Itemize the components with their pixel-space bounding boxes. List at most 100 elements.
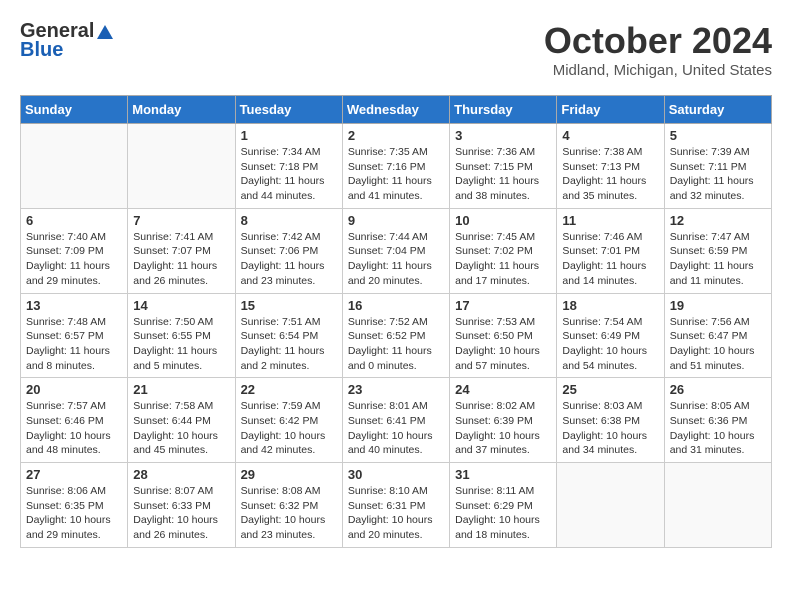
- logo: General Blue: [20, 20, 114, 62]
- day-number: 3: [455, 128, 551, 143]
- day-number: 8: [241, 213, 337, 228]
- day-detail: Sunrise: 7:41 AM Sunset: 7:07 PM Dayligh…: [133, 230, 229, 289]
- calendar-cell: 26 Sunrise: 8:05 AM Sunset: 6:36 PM Dayli…: [664, 378, 771, 463]
- calendar-cell: 4 Sunrise: 7:38 AM Sunset: 7:13 PM Daylig…: [557, 124, 664, 209]
- weekday-header-row: SundayMondayTuesdayWednesdayThursdayFrid…: [21, 96, 772, 124]
- weekday-header-tuesday: Tuesday: [235, 96, 342, 124]
- day-number: 24: [455, 382, 551, 397]
- calendar-cell: 18Sunrise: 7:54 AM Sunset: 6:49 PM Dayli…: [557, 293, 664, 378]
- day-detail: Sunrise: 8:07 AM Sunset: 6:33 PM Dayligh…: [133, 484, 229, 543]
- day-number: 28: [133, 467, 229, 482]
- calendar-cell: 7 Sunrise: 7:41 AM Sunset: 7:07 PM Daylig…: [128, 208, 235, 293]
- day-detail: Sunrise: 8:03 AM Sunset: 6:38 PM Dayligh…: [562, 399, 658, 458]
- day-detail: Sunrise: 7:39 AM Sunset: 7:11 PM Dayligh…: [670, 145, 766, 204]
- day-number: 30: [348, 467, 444, 482]
- calendar-cell: 14 Sunrise: 7:50 AM Sunset: 6:55 PM Dayli…: [128, 293, 235, 378]
- day-number: 7: [133, 213, 229, 228]
- calendar-cell: 20 Sunrise: 7:57 AM Sunset: 6:46 PM Dayli…: [21, 378, 128, 463]
- week-row-3: 13Sunrise: 7:48 AM Sunset: 6:57 PM Dayli…: [21, 293, 772, 378]
- calendar-cell: 22 Sunrise: 7:59 AM Sunset: 6:42 PM Dayli…: [235, 378, 342, 463]
- day-detail: Sunrise: 7:45 AM Sunset: 7:02 PM Dayligh…: [455, 230, 551, 289]
- day-detail: Sunrise: 7:50 AM Sunset: 6:55 PM Dayligh…: [133, 315, 229, 374]
- day-number: 29: [241, 467, 337, 482]
- day-number: 4: [562, 128, 658, 143]
- day-detail: Sunrise: 7:44 AM Sunset: 7:04 PM Dayligh…: [348, 230, 444, 289]
- calendar-cell: 30 Sunrise: 8:10 AM Sunset: 6:31 PM Dayli…: [342, 463, 449, 548]
- day-number: 14: [133, 298, 229, 313]
- calendar-cell: 10 Sunrise: 7:45 AM Sunset: 7:02 PM Dayli…: [450, 208, 557, 293]
- day-number: 15: [241, 298, 337, 313]
- day-number: 11: [562, 213, 658, 228]
- day-detail: Sunrise: 7:34 AM Sunset: 7:18 PM Dayligh…: [241, 145, 337, 204]
- calendar-cell: 5 Sunrise: 7:39 AM Sunset: 7:11 PM Daylig…: [664, 124, 771, 209]
- day-detail: Sunrise: 7:51 AM Sunset: 6:54 PM Dayligh…: [241, 315, 337, 374]
- calendar-cell: 23 Sunrise: 8:01 AM Sunset: 6:41 PM Dayli…: [342, 378, 449, 463]
- weekday-header-sunday: Sunday: [21, 96, 128, 124]
- day-detail: Sunrise: 7:58 AM Sunset: 6:44 PM Dayligh…: [133, 399, 229, 458]
- day-number: 1: [241, 128, 337, 143]
- day-detail: Sunrise: 8:06 AM Sunset: 6:35 PM Dayligh…: [26, 484, 122, 543]
- weekday-header-friday: Friday: [557, 96, 664, 124]
- day-number: 13: [26, 298, 122, 313]
- day-detail: Sunrise: 7:53 AM Sunset: 6:50 PM Dayligh…: [455, 315, 551, 374]
- calendar-cell: [664, 463, 771, 548]
- day-number: 17: [455, 298, 551, 313]
- day-detail: Sunrise: 7:56 AM Sunset: 6:47 PM Dayligh…: [670, 315, 766, 374]
- day-number: 16: [348, 298, 444, 313]
- day-number: 10: [455, 213, 551, 228]
- calendar-cell: 19 Sunrise: 7:56 AM Sunset: 6:47 PM Dayli…: [664, 293, 771, 378]
- logo-icon: [96, 23, 114, 41]
- calendar-table: SundayMondayTuesdayWednesdayThursdayFrid…: [20, 95, 772, 548]
- day-number: 19: [670, 298, 766, 313]
- week-row-1: 1 Sunrise: 7:34 AM Sunset: 7:18 PM Daylig…: [21, 124, 772, 209]
- calendar-cell: 15 Sunrise: 7:51 AM Sunset: 6:54 PM Dayli…: [235, 293, 342, 378]
- day-number: 22: [241, 382, 337, 397]
- week-row-4: 20 Sunrise: 7:57 AM Sunset: 6:46 PM Dayli…: [21, 378, 772, 463]
- logo-blue-text: Blue: [20, 39, 63, 62]
- calendar-cell: 8 Sunrise: 7:42 AM Sunset: 7:06 PM Daylig…: [235, 208, 342, 293]
- day-number: 31: [455, 467, 551, 482]
- week-row-2: 6 Sunrise: 7:40 AM Sunset: 7:09 PM Daylig…: [21, 208, 772, 293]
- day-number: 20: [26, 382, 122, 397]
- page-header: General Blue October 2024 Midland, Michi…: [20, 20, 772, 79]
- weekday-header-wednesday: Wednesday: [342, 96, 449, 124]
- day-detail: Sunrise: 7:36 AM Sunset: 7:15 PM Dayligh…: [455, 145, 551, 204]
- day-detail: Sunrise: 7:40 AM Sunset: 7:09 PM Dayligh…: [26, 230, 122, 289]
- calendar-cell: 9 Sunrise: 7:44 AM Sunset: 7:04 PM Daylig…: [342, 208, 449, 293]
- calendar-cell: 2 Sunrise: 7:35 AM Sunset: 7:16 PM Daylig…: [342, 124, 449, 209]
- calendar-cell: 6 Sunrise: 7:40 AM Sunset: 7:09 PM Daylig…: [21, 208, 128, 293]
- day-detail: Sunrise: 7:35 AM Sunset: 7:16 PM Dayligh…: [348, 145, 444, 204]
- title-block: October 2024 Midland, Michigan, United S…: [544, 20, 772, 79]
- day-number: 23: [348, 382, 444, 397]
- calendar-cell: 31 Sunrise: 8:11 AM Sunset: 6:29 PM Dayli…: [450, 463, 557, 548]
- calendar-cell: 11Sunrise: 7:46 AM Sunset: 7:01 PM Dayli…: [557, 208, 664, 293]
- day-detail: Sunrise: 7:38 AM Sunset: 7:13 PM Dayligh…: [562, 145, 658, 204]
- calendar-cell: [21, 124, 128, 209]
- calendar-cell: 27 Sunrise: 8:06 AM Sunset: 6:35 PM Dayli…: [21, 463, 128, 548]
- calendar-cell: 1 Sunrise: 7:34 AM Sunset: 7:18 PM Daylig…: [235, 124, 342, 209]
- week-row-5: 27 Sunrise: 8:06 AM Sunset: 6:35 PM Dayli…: [21, 463, 772, 548]
- day-number: 25: [562, 382, 658, 397]
- day-detail: Sunrise: 8:10 AM Sunset: 6:31 PM Dayligh…: [348, 484, 444, 543]
- day-number: 12: [670, 213, 766, 228]
- day-detail: Sunrise: 8:02 AM Sunset: 6:39 PM Dayligh…: [455, 399, 551, 458]
- calendar-cell: 16Sunrise: 7:52 AM Sunset: 6:52 PM Dayli…: [342, 293, 449, 378]
- day-number: 26: [670, 382, 766, 397]
- day-detail: Sunrise: 7:42 AM Sunset: 7:06 PM Dayligh…: [241, 230, 337, 289]
- day-number: 27: [26, 467, 122, 482]
- day-number: 9: [348, 213, 444, 228]
- day-detail: Sunrise: 8:01 AM Sunset: 6:41 PM Dayligh…: [348, 399, 444, 458]
- day-detail: Sunrise: 8:11 AM Sunset: 6:29 PM Dayligh…: [455, 484, 551, 543]
- day-number: 6: [26, 213, 122, 228]
- calendar-cell: 17 Sunrise: 7:53 AM Sunset: 6:50 PM Dayli…: [450, 293, 557, 378]
- calendar-cell: 28 Sunrise: 8:07 AM Sunset: 6:33 PM Dayli…: [128, 463, 235, 548]
- calendar-cell: [557, 463, 664, 548]
- calendar-cell: 29 Sunrise: 8:08 AM Sunset: 6:32 PM Dayli…: [235, 463, 342, 548]
- day-detail: Sunrise: 8:05 AM Sunset: 6:36 PM Dayligh…: [670, 399, 766, 458]
- day-number: 2: [348, 128, 444, 143]
- day-detail: Sunrise: 8:08 AM Sunset: 6:32 PM Dayligh…: [241, 484, 337, 543]
- day-detail: Sunrise: 7:59 AM Sunset: 6:42 PM Dayligh…: [241, 399, 337, 458]
- weekday-header-monday: Monday: [128, 96, 235, 124]
- day-number: 5: [670, 128, 766, 143]
- day-detail: Sunrise: 7:57 AM Sunset: 6:46 PM Dayligh…: [26, 399, 122, 458]
